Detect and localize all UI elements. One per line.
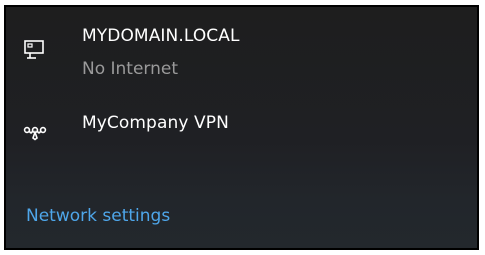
network-name: MYDOMAIN.LOCAL [82, 26, 240, 46]
network-name: MyCompany VPN [82, 113, 229, 133]
network-item-mydomain[interactable]: MYDOMAIN.LOCAL No Internet [6, 15, 477, 89]
network-item-vpn[interactable]: MyCompany VPN [6, 103, 477, 163]
network-flyout: MYDOMAIN.LOCAL No Internet MyCompany VPN… [4, 5, 479, 250]
network-status: No Internet [82, 59, 179, 79]
network-settings-link[interactable]: Network settings [26, 205, 170, 227]
vpn-icon [22, 121, 48, 147]
ethernet-monitor-icon [22, 37, 48, 63]
